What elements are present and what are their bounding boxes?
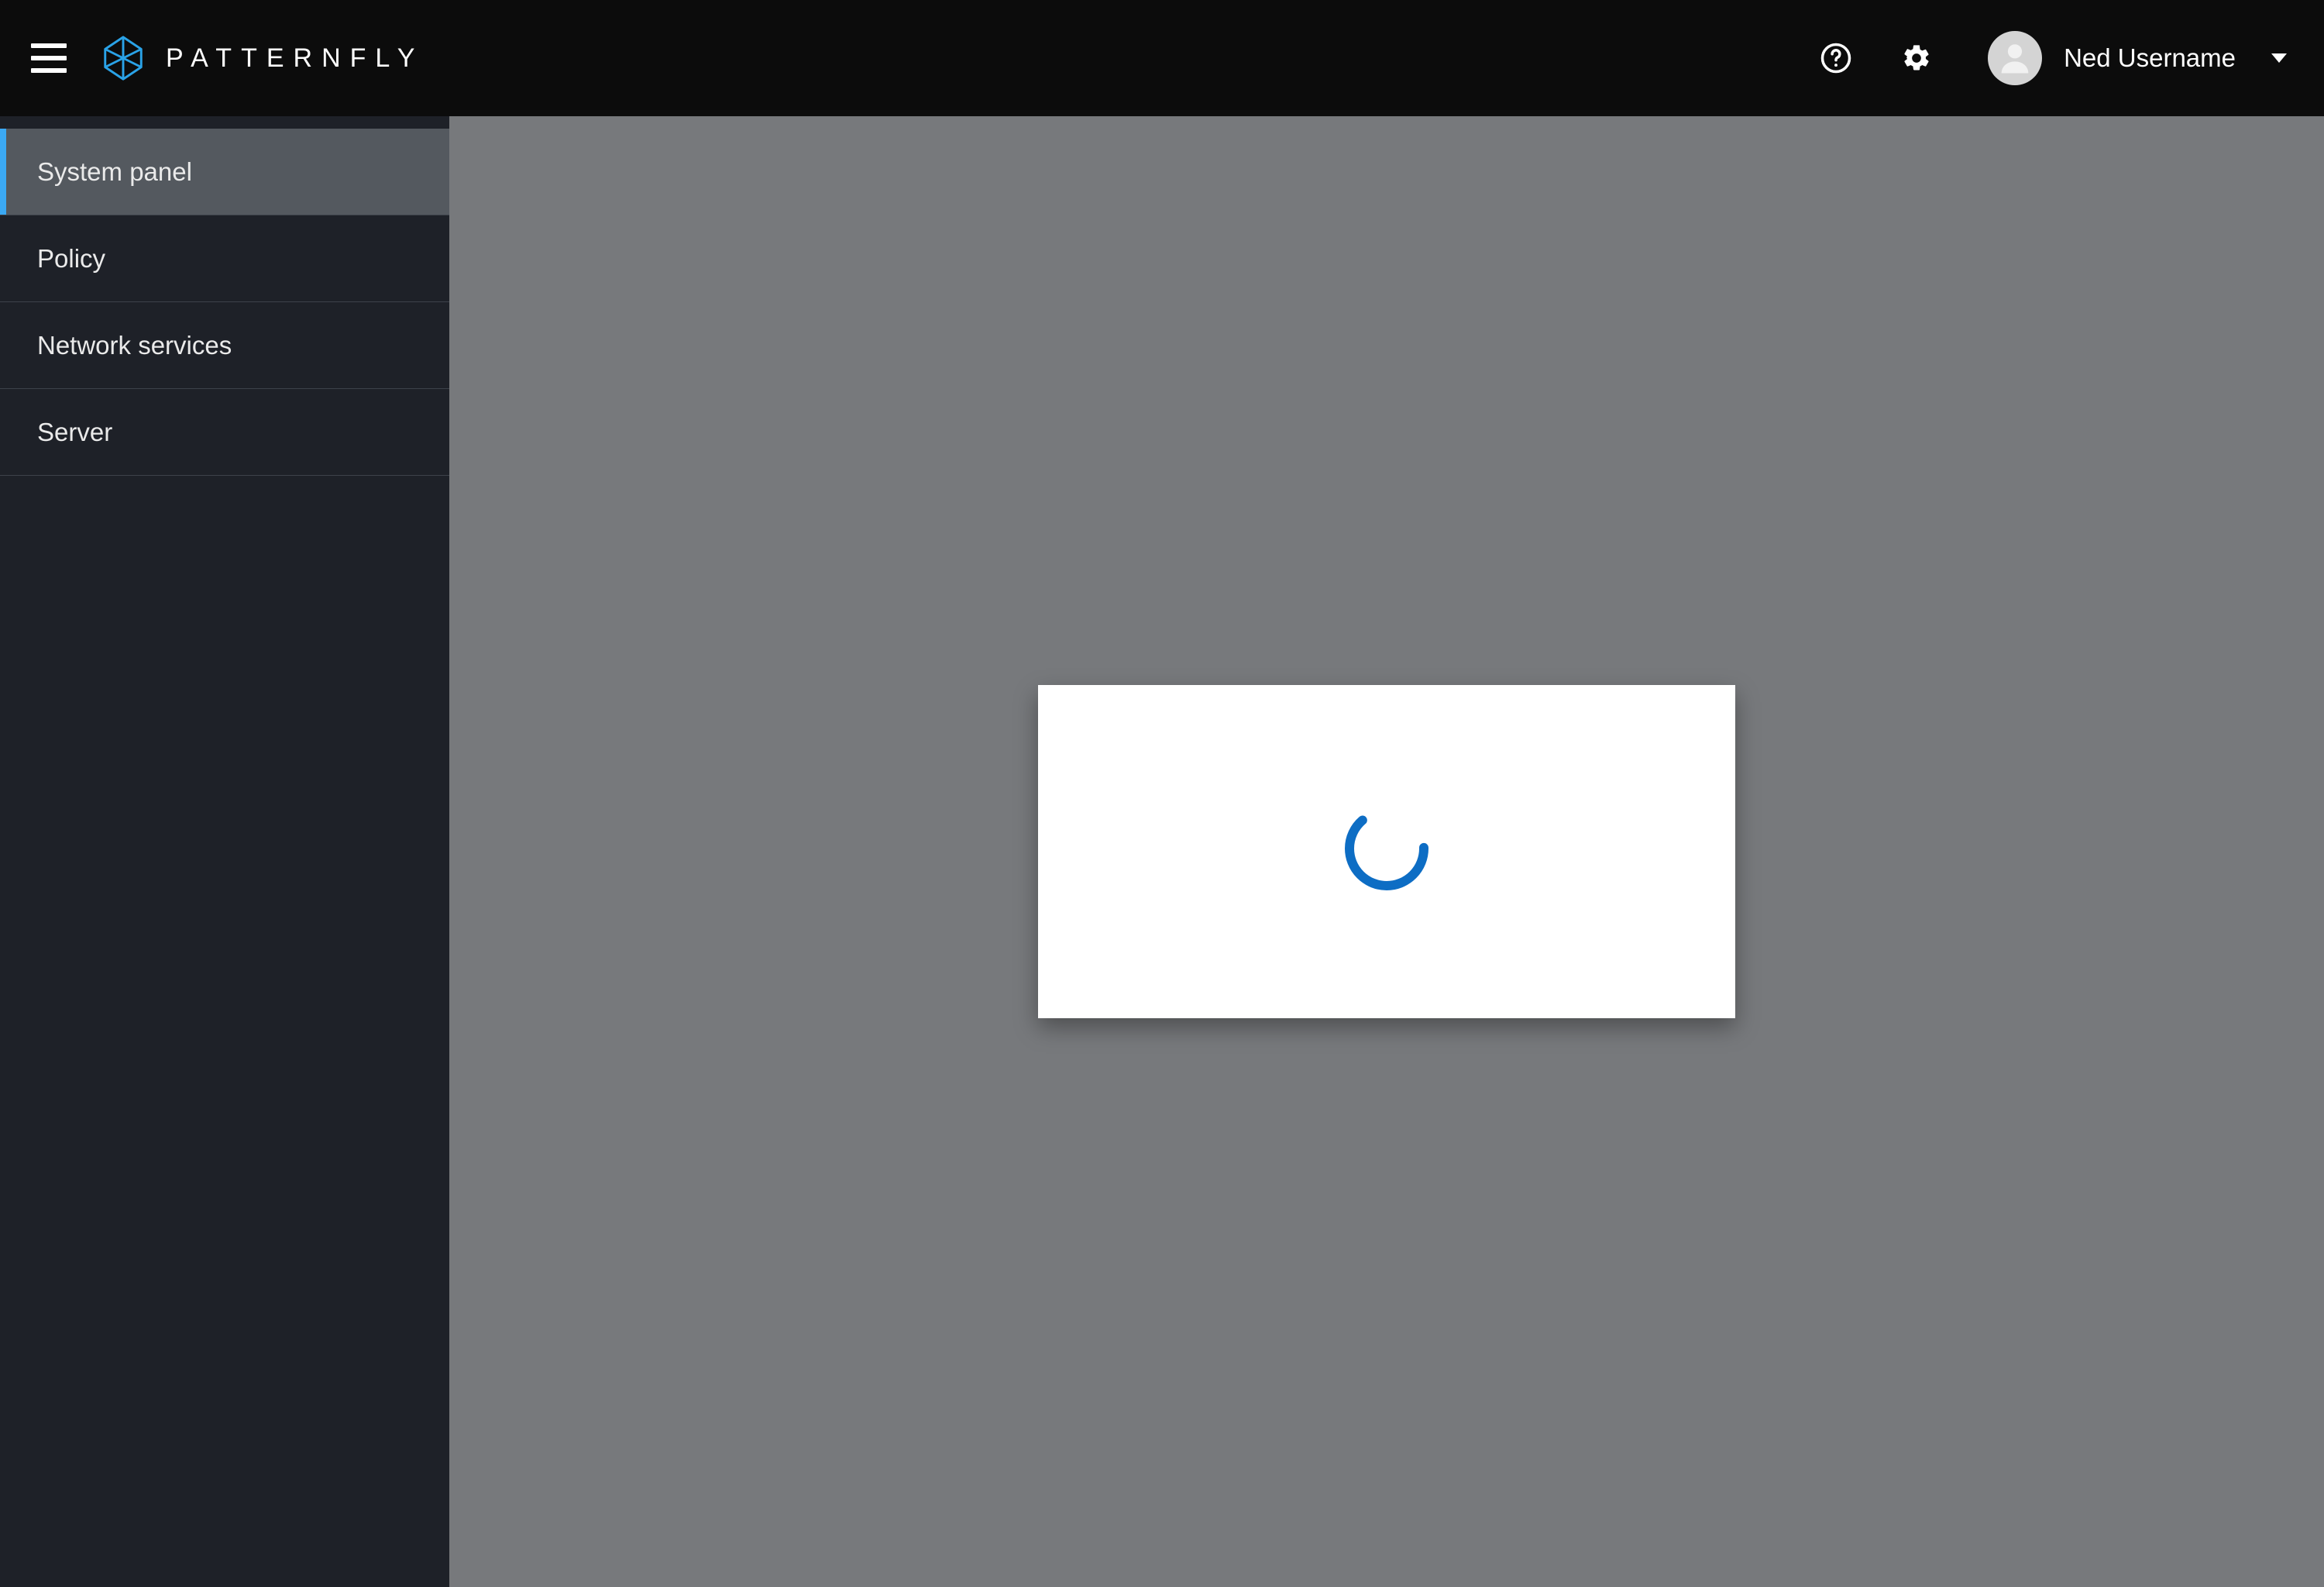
avatar — [1988, 31, 2042, 85]
help-icon — [1820, 42, 1852, 74]
sidebar-item-network-services[interactable]: Network services — [0, 302, 449, 389]
sidebar-item-label: Policy — [37, 244, 105, 274]
user-menu[interactable]: Ned Username — [1988, 31, 2287, 85]
sidebar-item-server[interactable]: Server — [0, 389, 449, 476]
user-name: Ned Username — [2064, 43, 2236, 73]
gear-icon — [1901, 43, 1932, 74]
sidebar: System panel Policy Network services Ser… — [0, 116, 449, 1587]
sidebar-item-label: Server — [37, 418, 112, 447]
brand-logo-icon — [99, 34, 147, 82]
spinner-icon — [1340, 802, 1433, 901]
app-header: PATTERNFLY Ned Username — [0, 0, 2324, 116]
loading-card — [1038, 685, 1735, 1018]
sidebar-item-policy[interactable]: Policy — [0, 215, 449, 302]
chevron-down-icon — [2271, 53, 2287, 63]
help-button[interactable] — [1814, 36, 1858, 80]
sidebar-item-label: Network services — [37, 331, 232, 360]
nav-toggle-button[interactable] — [31, 35, 77, 81]
brand[interactable]: PATTERNFLY — [99, 34, 424, 82]
main-content — [449, 116, 2324, 1587]
sidebar-item-label: System panel — [37, 157, 192, 187]
brand-text: PATTERNFLY — [166, 43, 424, 74]
settings-button[interactable] — [1895, 36, 1938, 80]
sidebar-item-system-panel[interactable]: System panel — [0, 129, 449, 215]
